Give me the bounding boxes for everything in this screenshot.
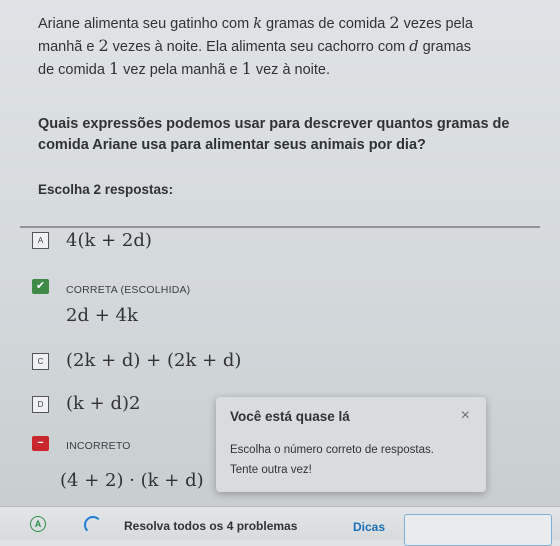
- number: 2: [98, 36, 109, 55]
- question-prompt: Quais expressões podemos usar para descr…: [38, 116, 510, 153]
- close-icon[interactable]: ×: [461, 407, 470, 425]
- option-d-letter: D: [32, 396, 49, 413]
- number: 1: [108, 59, 120, 78]
- feedback-popup: Você está quase lá × Escolha o número co…: [216, 397, 486, 492]
- question-text-segment: vez pela manhã e: [119, 62, 242, 78]
- bottom-bar: A Resolva todos os 4 problemas Dicas: [0, 506, 560, 546]
- progress-icon: [84, 516, 102, 534]
- option-d-expression: (k + d)2: [66, 393, 141, 414]
- question-text-segment: vez à noite.: [251, 62, 331, 78]
- popup-message-retry: Tente outra vez!: [230, 464, 312, 476]
- progress-text: Resolva todos os 4 problemas: [124, 519, 298, 533]
- question-text-segment: manhã e: [38, 39, 99, 55]
- popup-message: Escolha o número correto de respostas.: [230, 444, 434, 456]
- question-text-segment: de comida: [38, 62, 109, 78]
- hints-link[interactable]: Dicas: [353, 520, 385, 534]
- number: 2: [389, 13, 400, 32]
- question-text-segment: vezes pela: [399, 16, 473, 32]
- option-a-expression: 4(k + 2d): [66, 230, 152, 251]
- question-text: Ariane alimenta seu gatinho com k gramas…: [38, 12, 538, 81]
- check-icon: ✔: [32, 279, 49, 294]
- minus-icon: −: [32, 436, 49, 451]
- option-c-expression: (2k + d) + (2k + d): [66, 350, 242, 371]
- variable-d: d: [409, 39, 419, 55]
- question-text-segment: Ariane alimenta seu gatinho com: [38, 16, 254, 32]
- question-text-segment: gramas de comida: [262, 16, 390, 32]
- option-e-status: INCORRETO: [66, 440, 131, 452]
- choose-label: Escolha 2 respostas:: [38, 182, 174, 197]
- divider: [20, 226, 540, 228]
- problem-badge-icon: A: [30, 516, 46, 532]
- question-text-segment: gramas: [418, 39, 471, 55]
- check-answer-button[interactable]: [404, 514, 552, 546]
- option-b-status: CORRETA (ESCOLHIDA): [66, 284, 191, 296]
- option-c-letter: C: [32, 353, 49, 370]
- variable-k: k: [253, 16, 263, 32]
- option-a-letter: A: [32, 232, 49, 249]
- popup-title: Você está quase lá: [230, 409, 350, 424]
- number: 1: [241, 59, 252, 78]
- option-b-expression: 2d + 4k: [66, 305, 138, 326]
- option-e-expression: (4 + 2) · (k + d): [60, 470, 204, 491]
- question-text-segment: vezes à noite. Ela alimenta seu cachorro…: [108, 39, 410, 55]
